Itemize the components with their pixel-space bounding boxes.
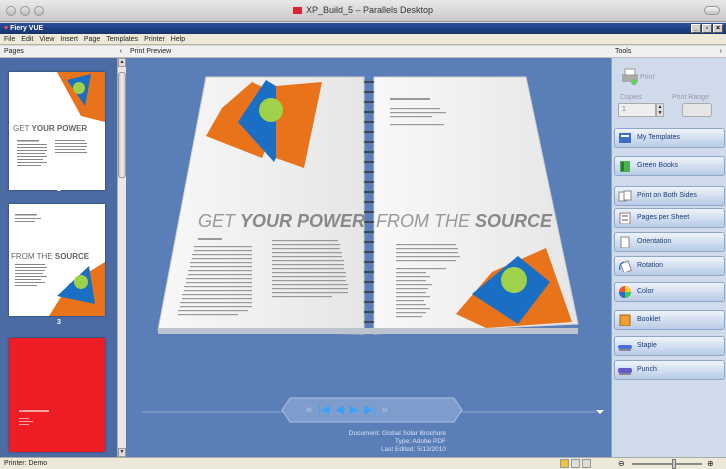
orientation-button[interactable]: Orientation bbox=[614, 232, 725, 252]
menu-templates[interactable]: Templates bbox=[106, 34, 138, 44]
scroll-thumb[interactable] bbox=[118, 72, 126, 178]
fit-view-icon[interactable] bbox=[582, 459, 591, 468]
toolbar-toggle-button[interactable] bbox=[704, 6, 720, 15]
status-bar: Printer: Demo ⊖ ⊕ bbox=[0, 457, 726, 469]
zoom-slider[interactable] bbox=[632, 459, 702, 469]
first-page-icon[interactable]: |◀ bbox=[318, 398, 329, 422]
booklet-button[interactable]: Booklet bbox=[614, 310, 725, 330]
copies-input[interactable]: 1 bbox=[618, 103, 656, 117]
hole-punch-icon bbox=[618, 368, 632, 375]
menu-printer[interactable]: Printer bbox=[144, 34, 165, 44]
tools-panel-header: Tools › bbox=[611, 46, 726, 58]
view-mode-buttons bbox=[560, 459, 591, 468]
green-books-button[interactable]: Green Books bbox=[614, 156, 725, 176]
pages-scrollbar[interactable]: ▲ ▼ bbox=[117, 58, 126, 457]
preview-panel-header: Print Preview bbox=[126, 46, 611, 58]
preview-expand-icon bbox=[596, 410, 604, 414]
menu-edit[interactable]: Edit bbox=[21, 34, 33, 44]
menu-file[interactable]: File bbox=[4, 34, 15, 44]
pages-panel: GET YOUR POWER 2 FROM THE SOURCE 3 bbox=[0, 58, 126, 457]
pages-panel-title: Pages bbox=[4, 48, 24, 55]
app-minimize-button[interactable]: _ bbox=[691, 24, 701, 33]
menu-view[interactable]: View bbox=[39, 34, 54, 44]
document-edited: 5/13/2010 bbox=[417, 446, 446, 453]
zoom-out-icon[interactable]: ⊖ bbox=[618, 458, 625, 469]
print-range-selector[interactable] bbox=[682, 103, 712, 117]
zoom-slider-thumb[interactable] bbox=[672, 459, 676, 469]
menu-insert[interactable]: Insert bbox=[60, 34, 78, 44]
page-thumbnail-3[interactable]: FROM THE SOURCE bbox=[9, 204, 105, 316]
pages-per-sheet-icon bbox=[619, 212, 631, 224]
page-3-headline: FROM THE SOURCE bbox=[11, 252, 90, 261]
page-4-artwork bbox=[19, 410, 49, 425]
document-name: Global Solar Brochure bbox=[382, 430, 446, 437]
menu-bar: File Edit View Insert Page Templates Pri… bbox=[0, 34, 726, 45]
rotation-button[interactable]: Rotation bbox=[614, 256, 725, 276]
page-number-2: 2 bbox=[57, 186, 61, 193]
preview-panel-title: Print Preview bbox=[130, 48, 172, 55]
tools-panel-title: Tools bbox=[615, 48, 632, 55]
copies-stepper[interactable]: ▲ ▼ bbox=[656, 103, 664, 117]
spread-right-headline: FROM THE SOURCE bbox=[376, 211, 553, 231]
print-preview-area: GET YOUR POWER FROM THE SOURCE « |◀ ◀ ▶ … bbox=[126, 58, 611, 457]
grid-view-icon[interactable] bbox=[571, 459, 580, 468]
previous-page-icon[interactable]: ◀ bbox=[335, 398, 343, 422]
print-range-label: Print Range bbox=[672, 94, 709, 101]
last-spread-icon[interactable]: » bbox=[382, 398, 388, 422]
page-navigation: « |◀ ◀ ▶ ▶| » bbox=[306, 398, 388, 422]
booklet-icon bbox=[619, 314, 631, 326]
green-book-icon bbox=[620, 161, 630, 172]
page-thumbnail-2[interactable]: GET YOUR POWER bbox=[9, 72, 105, 190]
stapler-icon bbox=[618, 345, 632, 351]
color-button[interactable]: Color bbox=[614, 282, 725, 302]
rotation-icon bbox=[618, 260, 632, 272]
menu-page[interactable]: Page bbox=[84, 34, 100, 44]
window-title: XP_Build_5 – Parallels Desktop bbox=[305, 5, 434, 15]
punch-button[interactable]: Punch bbox=[614, 360, 725, 380]
menu-help[interactable]: Help bbox=[171, 34, 185, 44]
next-page-icon[interactable]: ▶ bbox=[350, 398, 358, 422]
document-info: Document: Global Solar Brochure Type: Ad… bbox=[348, 430, 446, 453]
first-spread-icon[interactable]: « bbox=[306, 398, 312, 422]
tools-panel: Print Copies Print Range 1 ▲ ▼ My Templat… bbox=[611, 58, 726, 457]
scroll-down-arrow[interactable]: ▼ bbox=[118, 448, 126, 457]
collapse-tools-icon[interactable]: › bbox=[720, 46, 722, 58]
print-both-sides-button[interactable]: Print on Both Sides bbox=[614, 186, 725, 206]
document-type: Adobe PDF bbox=[412, 438, 446, 445]
printer-icon bbox=[622, 68, 638, 85]
app-titlebar: ♥ Fiery VUE _ ▫ × bbox=[0, 23, 726, 34]
collapse-pages-icon[interactable]: ‹ bbox=[120, 46, 122, 58]
app-restore-button[interactable]: ▫ bbox=[702, 24, 712, 33]
app-close-button[interactable]: × bbox=[713, 24, 723, 33]
zoom-in-icon[interactable]: ⊕ bbox=[707, 458, 714, 469]
staple-button[interactable]: Staple bbox=[614, 336, 725, 356]
duplex-icon bbox=[618, 190, 632, 202]
pages-panel-header: Pages ‹ bbox=[0, 46, 126, 58]
mac-titlebar: XP_Build_5 – Parallels Desktop bbox=[0, 0, 726, 22]
page-number-3: 3 bbox=[57, 319, 61, 326]
color-wheel-icon bbox=[619, 286, 631, 298]
parallels-icon bbox=[292, 7, 302, 14]
print-button[interactable]: Print bbox=[620, 68, 720, 94]
app-title: Fiery VUE bbox=[10, 25, 44, 32]
spread-left-headline: GET YOUR POWER bbox=[198, 211, 366, 231]
pages-per-sheet-button[interactable]: Pages per Sheet bbox=[614, 208, 725, 228]
page-2-headline: GET YOUR POWER bbox=[13, 124, 88, 133]
last-page-icon[interactable]: ▶| bbox=[364, 398, 375, 422]
templates-icon bbox=[619, 133, 631, 143]
orientation-icon bbox=[620, 236, 630, 248]
fiery-logo-icon: ♥ bbox=[4, 25, 9, 32]
scroll-up-arrow[interactable]: ▲ bbox=[118, 58, 126, 67]
copies-label: Copies bbox=[620, 94, 642, 101]
my-templates-button[interactable]: My Templates bbox=[614, 128, 725, 148]
printer-status: Printer: Demo bbox=[4, 460, 48, 467]
single-view-icon[interactable] bbox=[560, 459, 569, 468]
page-thumbnail-4[interactable] bbox=[9, 338, 105, 452]
